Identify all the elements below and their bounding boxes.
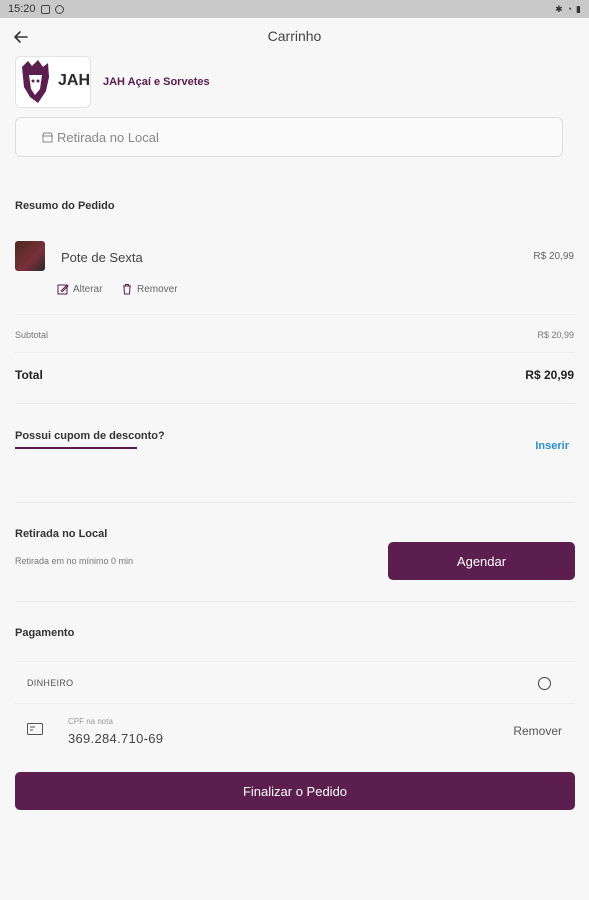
coupon-question: Possui cupom de desconto? bbox=[15, 430, 165, 442]
status-time: 15:20 bbox=[8, 3, 36, 15]
pickup-title: Retirada no Local bbox=[15, 528, 108, 540]
remove-cpf-button[interactable]: Remover bbox=[513, 724, 562, 738]
divider bbox=[15, 403, 575, 404]
id-card-icon bbox=[27, 723, 43, 735]
logo-text: JAH bbox=[58, 72, 91, 89]
trash-icon bbox=[123, 284, 131, 295]
total-value: R$ 20,99 bbox=[525, 368, 574, 382]
remove-item-label: Remover bbox=[137, 283, 178, 295]
page-title: Carrinho bbox=[267, 28, 322, 44]
edit-item-label: Alterar bbox=[73, 283, 103, 295]
pickup-selector[interactable]: Retirada no Local bbox=[15, 117, 563, 157]
gallery-notification-icon bbox=[40, 4, 50, 14]
schedule-button[interactable]: Agendar bbox=[388, 542, 575, 580]
edit-icon bbox=[57, 284, 69, 295]
bluetooth-icon: ✱ bbox=[555, 3, 563, 14]
subtotal-label: Subtotal bbox=[15, 330, 49, 340]
pickup-subtitle: Retirada em no mínimo 0 min bbox=[15, 556, 134, 566]
divider bbox=[15, 352, 575, 353]
wifi-icon: ◔ bbox=[566, 4, 573, 14]
coupon-underline bbox=[15, 447, 137, 449]
divider bbox=[15, 502, 575, 503]
store-name: JAH Açaí e Sorvetes bbox=[103, 76, 210, 88]
divider bbox=[15, 661, 575, 662]
back-button[interactable] bbox=[12, 28, 34, 46]
payment-title: Pagamento bbox=[15, 627, 75, 639]
store-icon bbox=[42, 132, 53, 142]
battery-icon: ▮ bbox=[576, 3, 581, 14]
cpf-value: 369.284.710-69 bbox=[68, 731, 164, 746]
payment-method-radio[interactable] bbox=[538, 677, 551, 690]
payment-method-label: DINHEIRO bbox=[27, 678, 74, 688]
divider bbox=[15, 314, 575, 315]
item-thumbnail bbox=[15, 241, 45, 271]
divider bbox=[15, 703, 575, 704]
edit-item-button[interactable]: Alterar bbox=[57, 283, 102, 295]
item-name: Pote de Sexta bbox=[61, 250, 143, 265]
divider bbox=[15, 601, 575, 602]
finalize-order-button[interactable]: Finalizar o Pedido bbox=[15, 772, 575, 810]
remove-item-button[interactable]: Remover bbox=[121, 283, 178, 295]
summary-title: Resumo do Pedido bbox=[15, 200, 115, 212]
subtotal-value: R$ 20,99 bbox=[537, 330, 574, 340]
item-price: R$ 20,99 bbox=[533, 251, 574, 262]
cpf-label: CPF na nota bbox=[68, 717, 113, 726]
insert-coupon-button[interactable]: Inserir bbox=[535, 440, 569, 452]
pickup-selector-label: Retirada no Local bbox=[57, 129, 159, 145]
app-notification-icon bbox=[54, 4, 64, 14]
status-bar: 15:20 ✱ ◔ ▮ bbox=[0, 0, 589, 18]
store-logo: JAH bbox=[15, 56, 91, 108]
total-label: Total bbox=[15, 368, 43, 382]
arrow-left-icon bbox=[14, 31, 28, 43]
